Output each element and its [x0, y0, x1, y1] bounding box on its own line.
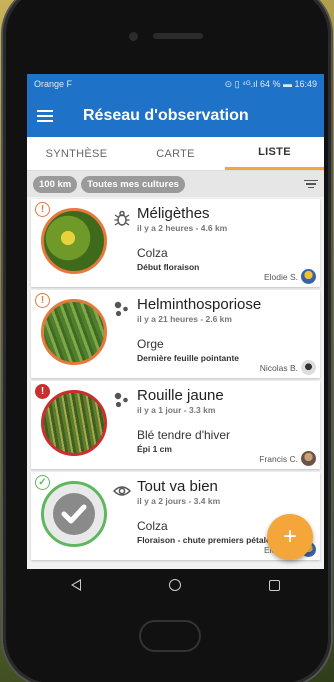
observation-photo [41, 481, 107, 547]
android-nav-bar [27, 569, 324, 601]
observation-time-distance: il y a 2 heures - 4.6 km [137, 223, 228, 233]
observation-stage: Épi 1 cm [137, 444, 172, 454]
phone-frame: Orange F ⊙ ▯ ⁴ᴳ.ıl 64 % ▬ 16:49 Réseau d… [3, 0, 331, 682]
tab-liste[interactable]: LISTE [225, 137, 324, 170]
alert-icon: ! [35, 202, 50, 217]
eye-icon [112, 482, 132, 500]
phone-home-button[interactable] [139, 620, 201, 652]
observer-name: Francis C. [259, 454, 298, 464]
observation-stage: Dernière feuille pointante [137, 353, 240, 363]
observation-photo [41, 208, 107, 274]
observer-name: Elodie S. [263, 272, 298, 282]
avatar [301, 269, 316, 284]
disease-dots-icon [113, 300, 131, 318]
bug-icon [113, 209, 131, 227]
recent-apps-icon[interactable] [269, 579, 280, 591]
observation-title: Tout va bien [137, 478, 218, 495]
avatar [301, 360, 316, 375]
observation-list: ! Méligèthes il y a 2 heures - 4.6 km Co… [27, 197, 324, 565]
crop-filter-chip[interactable]: Toutes mes cultures [81, 175, 185, 193]
observation-card[interactable]: ! Méligèthes il y a 2 heures - 4.6 km Co… [31, 199, 320, 287]
observation-title: Méligèthes [137, 205, 210, 222]
observation-crop: Orge [137, 337, 164, 351]
avatar [301, 451, 316, 466]
back-icon[interactable] [71, 579, 81, 591]
carrier-label: Orange F [34, 79, 73, 89]
observation-card[interactable]: ! Helminthosporiose il y a 21 heures - 2… [31, 290, 320, 378]
home-icon[interactable] [169, 579, 181, 591]
observation-crop: Colza [137, 519, 168, 533]
danger-triangle-icon: ! [35, 384, 50, 399]
disease-dots-icon [113, 391, 131, 409]
observation-stage: Floraison - chute premiers pétales [137, 535, 276, 545]
status-indicators: ⊙ ▯ ⁴ᴳ.ıl 64 % ▬ 16:49 [224, 78, 317, 89]
observation-stage: Début floraison [137, 262, 200, 272]
check-badge-icon: ✓ [35, 475, 50, 490]
distance-chip[interactable]: 100 km [33, 175, 78, 193]
add-observation-button[interactable]: + [267, 514, 313, 560]
observation-photo [41, 299, 107, 365]
observation-time-distance: il y a 1 jour - 3.3 km [137, 405, 216, 415]
page-title: Réseau d'observation [83, 106, 249, 124]
earpiece-speaker [153, 33, 203, 39]
filter-list-icon[interactable] [304, 179, 318, 189]
app-bar: Réseau d'observation [27, 94, 324, 137]
status-bar: Orange F ⊙ ▯ ⁴ᴳ.ıl 64 % ▬ 16:49 [27, 74, 324, 94]
tab-synthese[interactable]: SYNTHÈSE [27, 137, 126, 170]
observation-time-distance: il y a 2 jours - 3.4 km [137, 496, 221, 506]
observation-title: Rouille jaune [137, 387, 224, 404]
tab-bar: SYNTHÈSE CARTE LISTE [27, 137, 324, 171]
observation-crop: Blé tendre d'hiver [137, 428, 231, 442]
app-screen: Orange F ⊙ ▯ ⁴ᴳ.ıl 64 % ▬ 16:49 Réseau d… [27, 74, 324, 601]
observation-photo [41, 390, 107, 456]
filter-bar: 100 km Toutes mes cultures [27, 171, 324, 197]
front-camera [129, 32, 138, 41]
alert-icon: ! [35, 293, 50, 308]
observation-title: Helminthosporiose [137, 296, 262, 313]
checkmark-circle-icon [53, 493, 95, 535]
observation-time-distance: il y a 21 heures - 2.6 km [137, 314, 232, 324]
observation-crop: Colza [137, 246, 168, 260]
observation-card[interactable]: ! Rouille jaune il y a 1 jour - 3.3 km B… [31, 381, 320, 469]
hamburger-menu-icon[interactable] [37, 109, 53, 122]
observer-name: Nicolas B. [259, 363, 298, 373]
tab-carte[interactable]: CARTE [126, 137, 225, 170]
